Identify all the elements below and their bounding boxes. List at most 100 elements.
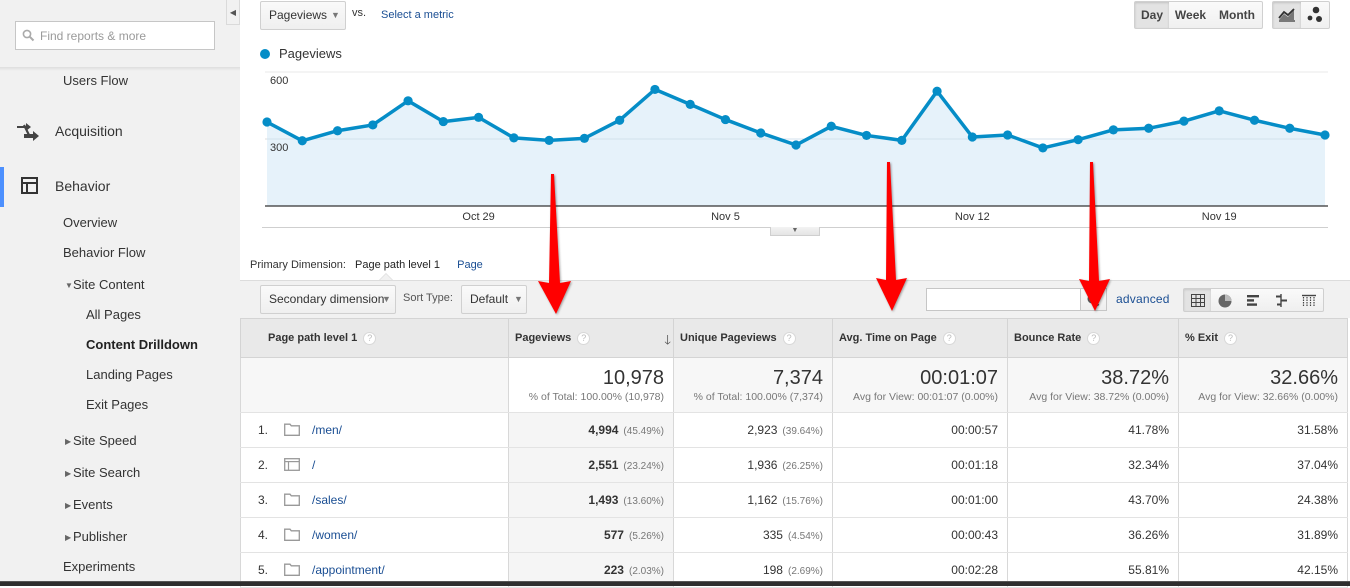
sidebar-item-acquisition[interactable]: Acquisition	[55, 122, 123, 140]
table-filter-search-button[interactable]	[1080, 288, 1107, 311]
view-performance-button[interactable]	[1239, 288, 1268, 312]
data-point	[368, 120, 378, 130]
pageviews-line-chart: 300 600 Oct 29 Nov 5 Nov 12 Nov 19	[262, 71, 1330, 223]
summary-subtext: Avg for View: 32.66% (0.00%)	[1198, 391, 1338, 403]
folder-icon	[284, 423, 300, 436]
sort-type-label: Sort Type:	[403, 292, 453, 304]
sidebar-item-site-search[interactable]: ▶ Site Search	[65, 464, 140, 483]
pageviews-cell: 577 (5.26%)	[508, 517, 674, 553]
table-grid-icon	[1191, 294, 1205, 307]
data-point	[932, 86, 942, 96]
report-search-box[interactable]	[15, 21, 215, 50]
granularity-month-button[interactable]: Month	[1212, 1, 1263, 29]
pageviews-cell: 1,493 (13.60%)	[508, 482, 674, 518]
data-point	[1003, 130, 1013, 140]
secondary-dimension-select[interactable]: Secondary dimension ▼	[260, 285, 396, 314]
column-header-unique-pageviews[interactable]: Unique Pageviews?	[673, 318, 833, 358]
y-tick-label: 600	[270, 75, 288, 87]
legend-label: Pageviews	[279, 46, 342, 61]
column-header-pageviews[interactable]: Pageviews? 🡓	[508, 318, 674, 358]
sidebar-item-label: Content Drilldown	[86, 337, 198, 352]
sidebar-item-behavior[interactable]: Behavior	[55, 177, 110, 195]
summary-value: 10,978	[602, 367, 664, 389]
view-table-button[interactable]	[1183, 288, 1212, 312]
sidebar-item-overview[interactable]: Overview	[63, 214, 117, 232]
metric-select[interactable]: Pageviews ▼	[260, 1, 346, 30]
page-path-cell: 3. /sales/	[240, 482, 509, 518]
motion-chart-icon	[1307, 6, 1322, 22]
granularity-day-button[interactable]: Day	[1134, 1, 1170, 29]
help-icon[interactable]: ?	[1224, 331, 1238, 345]
chart-resize-handle[interactable]: ▼	[770, 227, 820, 236]
sidebar-item-users-flow[interactable]: Users Flow	[63, 72, 128, 90]
sort-type-select[interactable]: Default ▼	[461, 285, 527, 314]
unique-pageviews-percent: (4.54%)	[787, 531, 823, 542]
sidebar-collapse-button[interactable]: ◀	[226, 0, 240, 25]
summary-subtext: % of Total: 100.00% (7,374)	[693, 391, 823, 403]
sidebar-item-all-pages[interactable]: All Pages	[86, 306, 141, 324]
select-compare-metric-link[interactable]: Select a metric	[381, 9, 454, 21]
column-header-exit[interactable]: % Exit?	[1178, 318, 1348, 358]
sidebar-item-label: Behavior	[55, 178, 111, 194]
page-path-link[interactable]: /	[312, 458, 315, 472]
page-path-link[interactable]: /sales/	[312, 493, 347, 507]
data-point	[1073, 135, 1083, 145]
sidebar-item-site-content[interactable]: ▼Site Content	[65, 276, 145, 295]
sidebar-item-experiments[interactable]: Experiments	[63, 558, 135, 576]
page-path-link[interactable]: /women/	[312, 528, 357, 542]
data-point	[1179, 116, 1189, 126]
unique-pageviews-value: 335	[762, 528, 783, 542]
line-chart-icon	[1278, 8, 1295, 22]
help-icon[interactable]: ?	[577, 331, 591, 345]
os-taskbar-edge	[0, 581, 1350, 586]
sidebar-item-exit-pages[interactable]: Exit Pages	[86, 396, 148, 414]
report-search-input[interactable]	[40, 22, 212, 49]
view-pivot-button[interactable]	[1295, 288, 1324, 312]
table-filter-input[interactable]	[926, 288, 1081, 311]
collapsed-triangle-icon: ▶	[65, 533, 72, 542]
data-point	[685, 99, 695, 109]
unique-pageviews-cell: 1,936 (26.25%)	[673, 447, 833, 483]
view-comparison-button[interactable]	[1267, 288, 1296, 312]
x-tick-label: Nov 19	[1202, 211, 1237, 223]
primary-dimension-page-link[interactable]: Page	[457, 259, 483, 271]
line-chart-button[interactable]	[1272, 1, 1302, 29]
data-point	[1038, 143, 1048, 153]
granularity-week-button[interactable]: Week	[1169, 1, 1213, 29]
help-icon[interactable]: ?	[942, 331, 956, 345]
sidebar-item-events[interactable]: ▶ Events	[65, 496, 113, 515]
sidebar-item-content-drilldown[interactable]: Content Drilldown	[86, 336, 198, 354]
help-icon[interactable]: ?	[363, 331, 377, 345]
help-icon[interactable]: ?	[1087, 331, 1101, 345]
sidebar-item-label: Publisher	[73, 529, 128, 544]
summary-value: 00:01:07	[920, 367, 998, 389]
advanced-filter-link[interactable]: advanced	[1116, 292, 1170, 306]
table-row: 2. / 2,551 (23.24%) 1,936 (26.25%) 00:01:18…	[240, 447, 1348, 483]
motion-chart-button[interactable]	[1301, 1, 1330, 29]
table-row: 3. /sales/ 1,493 (13.60%) 1,162 (15.76%) 00…	[240, 482, 1348, 518]
sidebar-item-landing-pages[interactable]: Landing Pages	[86, 366, 173, 384]
data-point	[438, 116, 448, 127]
x-tick-label: Oct 29	[462, 211, 494, 223]
page-path-cell: 1. /men/	[240, 412, 509, 448]
data-point	[791, 140, 801, 150]
sidebar-item-publisher[interactable]: ▶ Publisher	[65, 528, 127, 547]
summary-subtext: Avg for View: 38.72% (0.00%)	[1029, 391, 1169, 403]
primary-dimension-selected[interactable]: Page path level 1	[355, 259, 440, 271]
sidebar-item-behavior-flow[interactable]: Behavior Flow	[63, 244, 145, 262]
data-point	[579, 133, 589, 143]
view-pie-button[interactable]	[1211, 288, 1240, 312]
sidebar-item-site-speed[interactable]: ▶ Site Speed	[65, 432, 137, 451]
page-path-link[interactable]: /men/	[312, 423, 342, 437]
bounce-rate-cell: 36.26%	[1007, 517, 1179, 553]
data-point	[509, 133, 519, 143]
exit-cell: 37.04%	[1178, 447, 1348, 483]
sidebar-item-label: Overview	[63, 215, 118, 230]
page-path-link[interactable]: /appointment/	[312, 563, 385, 577]
sort-descending-icon: 🡓	[664, 332, 671, 347]
column-header-bounce-rate[interactable]: Bounce Rate?	[1007, 318, 1179, 358]
help-icon[interactable]: ?	[782, 331, 796, 345]
column-header-page-path[interactable]: Page path level 1?	[240, 318, 509, 358]
column-header-avg-time-on-page[interactable]: Avg. Time on Page?	[832, 318, 1008, 358]
page-path-cell: 2. /	[240, 447, 509, 483]
